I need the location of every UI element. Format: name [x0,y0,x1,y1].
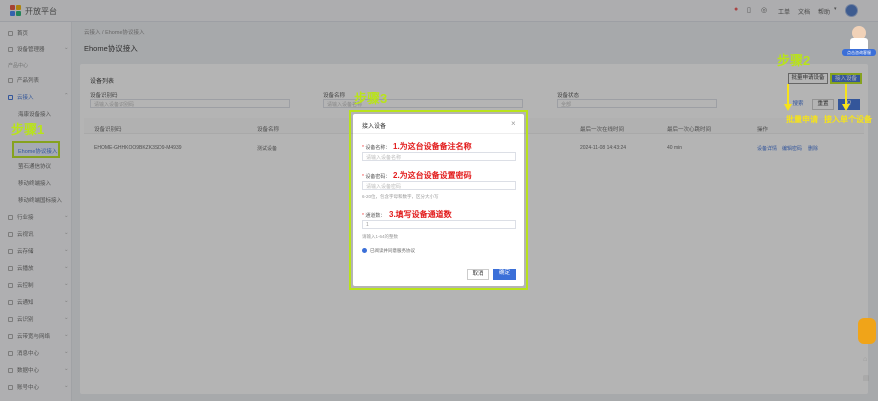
step2-label: 步骤2 [777,53,811,68]
channel-count-input[interactable]: 1 [362,220,516,229]
annotation-3: 3.填写设备通道数 [389,210,452,219]
access-single-annotation: 接入单个设备 [824,115,872,124]
confirm-button[interactable]: 确定 [493,269,516,280]
helper-label: 点击咨询客服 [842,49,876,56]
device-password-label: * 设备密码： [362,174,391,180]
device-name-label: * 设备名称： [362,145,391,151]
agree-label: 已阅读并同意服务协议 [370,248,415,253]
step1-label: 步骤1 [11,122,45,137]
annotation-2: 2.为这台设备设置密码 [393,171,472,180]
step3-label: 步骤3 [354,91,388,106]
device-name-input[interactable]: 请输入设备名称 [362,152,516,161]
customer-service-helper[interactable]: 点击咨询客服 [842,26,876,60]
agree-checkbox[interactable] [362,248,367,253]
channel-count-label: * 通道数： [362,213,386,219]
gift-icon[interactable]: ⌂ [863,356,867,363]
channel-hint: 请输入1-64的整数 [362,234,399,239]
batch-apply-annotation: 批量申请 [786,115,818,124]
modal-title: 接入设备 [362,124,387,130]
step2-arrows [784,84,850,111]
annotation-1: 1.为这台设备备注名称 [393,142,472,151]
side-promo-badge[interactable] [858,318,876,344]
feedback-icon[interactable]: ▤ [863,374,870,382]
access-device-modal [353,114,524,286]
cancel-button[interactable]: 取消 [467,269,489,280]
password-hint: 6-20位，包含字母和数字，区分大小写 [362,194,439,199]
device-password-input[interactable]: 请输入设备密码 [362,181,516,190]
close-icon[interactable]: × [511,119,516,128]
